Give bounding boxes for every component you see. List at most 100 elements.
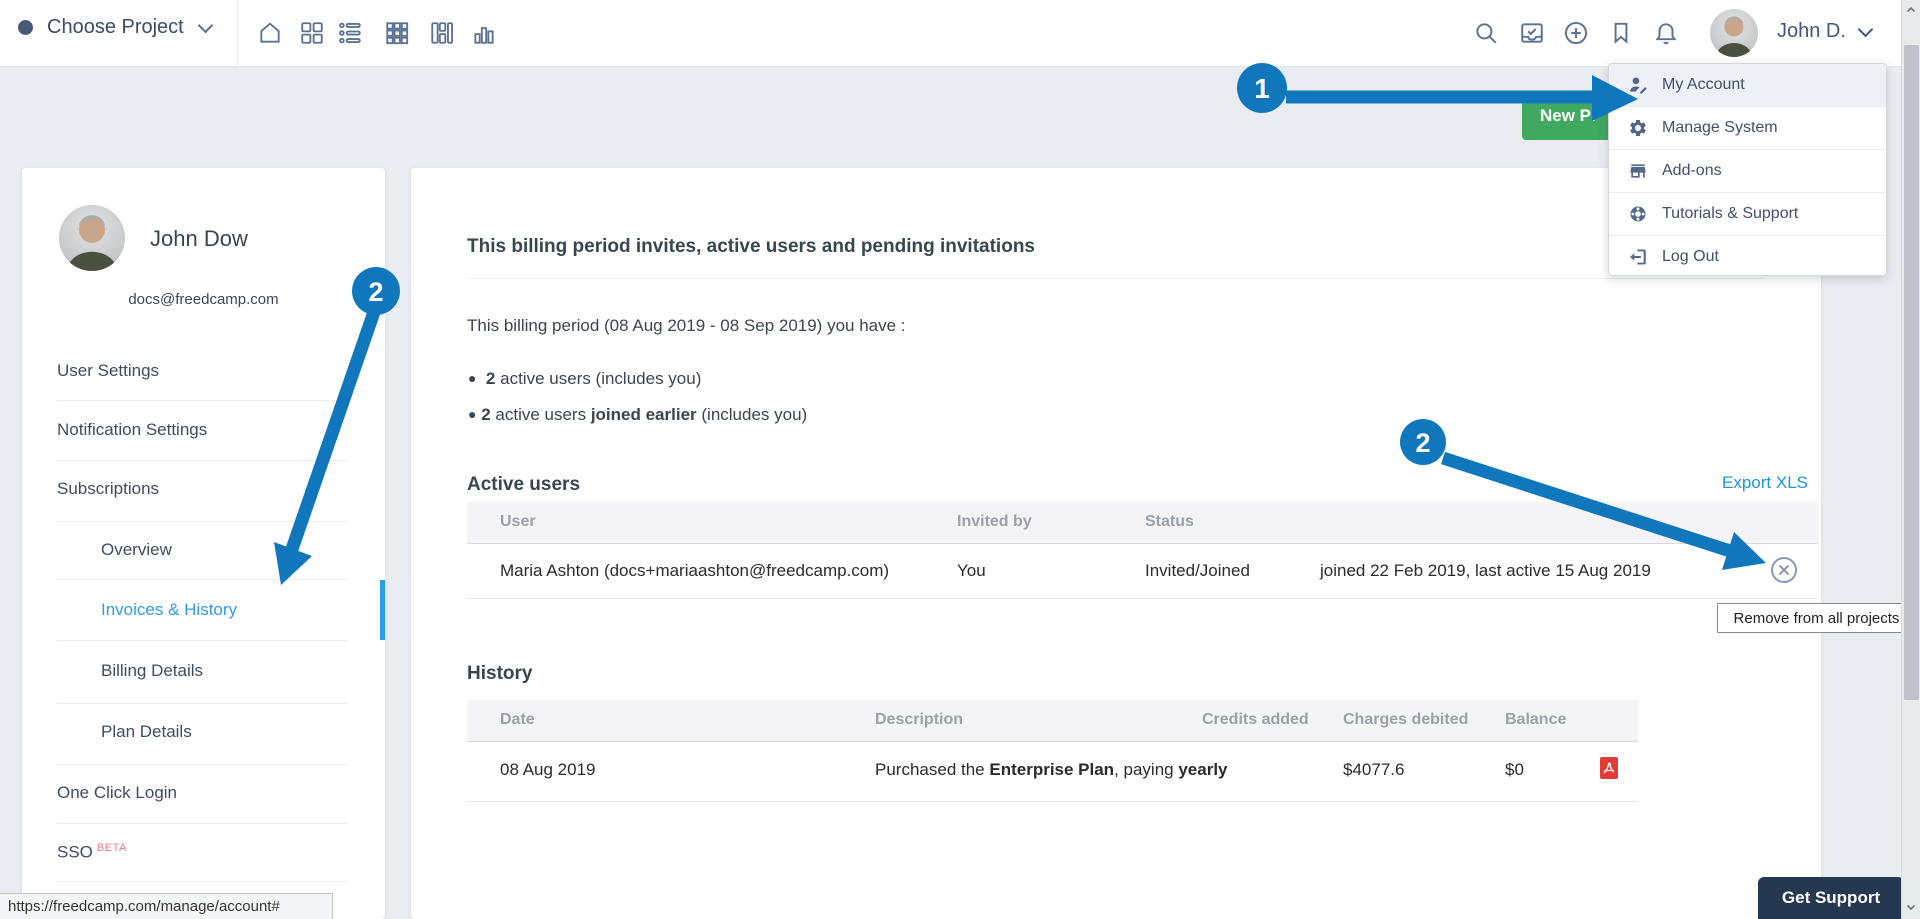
- page-scrollbar[interactable]: [1901, 0, 1920, 919]
- project-selector-label: Choose Project: [47, 16, 184, 39]
- active-item-indicator: [380, 580, 385, 640]
- column-header-invited-by: Invited by: [957, 513, 1032, 531]
- sidebar-item-invoices-history[interactable]: Invoices & History: [101, 600, 237, 620]
- sidebar-user-email: docs@freedcamp.com: [22, 291, 385, 308]
- menu-item-tutorials-support[interactable]: Tutorials & Support: [1609, 192, 1886, 235]
- inbox-check-icon[interactable]: [1519, 20, 1545, 46]
- log-out-icon: [1628, 247, 1648, 267]
- column-header-description: Description: [875, 711, 963, 729]
- column-header-status: Status: [1145, 513, 1194, 531]
- sidebar-item-sso[interactable]: SSOBETA: [57, 842, 127, 863]
- invoice-pdf-icon[interactable]: [1600, 757, 1618, 779]
- menu-item-my-account[interactable]: My Account: [1609, 64, 1886, 106]
- menu-item-label: Tutorials & Support: [1662, 205, 1798, 223]
- notifications-bell-icon[interactable]: [1653, 20, 1679, 46]
- bullet-text: active users (includes you): [495, 369, 701, 388]
- add-ons-store-icon: [1628, 161, 1648, 181]
- active-users-table-row: Maria Ashton (docs+mariaashton@freedcamp…: [467, 543, 1818, 598]
- new-project-label: New Pr: [1522, 106, 1598, 126]
- bullet-joined-earlier: ● 2 active users joined earlier (include…: [468, 405, 807, 425]
- row-divider: [467, 598, 1818, 599]
- step1-badge: [1237, 63, 1287, 113]
- sidebar-item-subscriptions[interactable]: Subscriptions: [57, 479, 159, 499]
- column-header-user: User: [500, 513, 536, 531]
- menu-item-label: Log Out: [1662, 248, 1719, 266]
- sidebar-user-name: John Dow: [150, 226, 248, 252]
- column-header-charges-debited: Charges debited: [1343, 711, 1468, 729]
- billing-period-intro: This billing period (08 Aug 2019 - 08 Se…: [467, 316, 906, 336]
- cell-activity: joined 22 Feb 2019, last active 15 Aug 2…: [1320, 561, 1651, 581]
- cell-user: Maria Ashton (docs+mariaashton@freedcamp…: [500, 561, 889, 581]
- cell-charges-debited: $4077.6: [1343, 760, 1404, 780]
- account-sidebar: John Dow docs@freedcamp.com: [22, 168, 385, 919]
- top-bar: Choose Project John D.: [0, 0, 1901, 67]
- beta-badge: BETA: [97, 842, 127, 854]
- menu-item-add-ons[interactable]: Add-ons: [1609, 149, 1886, 192]
- get-support-button[interactable]: Get Support: [1758, 877, 1904, 919]
- sidebar-divider: [57, 764, 348, 765]
- step1-badge-number: 1: [1254, 73, 1270, 104]
- grid-icon[interactable]: [384, 20, 410, 46]
- chevron-down-icon: [1858, 22, 1874, 38]
- description-billing-cycle: yearly: [1178, 760, 1227, 779]
- cell-status: Invited/Joined: [1145, 561, 1250, 581]
- bullet-text: active users: [491, 405, 591, 424]
- sidebar-item-plan-details[interactable]: Plan Details: [101, 722, 192, 742]
- column-header-credits-added: Credits added: [1202, 711, 1309, 729]
- column-header-date: Date: [500, 711, 535, 729]
- reports-icon[interactable]: [471, 20, 497, 46]
- sidebar-item-billing-details[interactable]: Billing Details: [101, 661, 203, 681]
- home-icon[interactable]: [257, 20, 283, 46]
- bullet-count: 2: [486, 369, 495, 388]
- remove-user-icon[interactable]: [1770, 556, 1798, 584]
- sidebar-divider: [57, 703, 348, 704]
- cell-description: Purchased the Enterprise Plan, paying ye…: [875, 760, 1228, 780]
- sidebar-item-user-settings[interactable]: User Settings: [57, 361, 159, 381]
- browser-status-url: https://freedcamp.com/manage/account#: [0, 893, 333, 919]
- app-window: Choose Project John D.: [0, 0, 1920, 919]
- bullet-active-users: ● 2 active users (includes you): [468, 369, 701, 389]
- avatar-photo: [1710, 9, 1758, 57]
- scroll-up-icon[interactable]: [1906, 5, 1916, 15]
- boards-icon[interactable]: [429, 20, 455, 46]
- project-selector[interactable]: Choose Project: [18, 16, 211, 39]
- user-menu-trigger[interactable]: John D.: [1777, 20, 1871, 43]
- tasks-list-icon[interactable]: [337, 20, 363, 46]
- sidebar-divider: [57, 521, 348, 522]
- description-text: , paying: [1114, 760, 1178, 779]
- search-icon[interactable]: [1473, 20, 1499, 46]
- add-icon[interactable]: [1563, 20, 1589, 46]
- project-dot-icon: [18, 20, 33, 35]
- menu-item-manage-system[interactable]: Manage System: [1609, 106, 1886, 149]
- sidebar-avatar: [59, 205, 125, 271]
- sidebar-item-overview[interactable]: Overview: [101, 540, 172, 560]
- page-title: This billing period invites, active user…: [467, 236, 1035, 258]
- menu-item-label: My Account: [1662, 76, 1745, 94]
- sidebar-divider: [57, 881, 348, 882]
- description-text: Purchased the: [875, 760, 989, 779]
- menu-item-label: Add-ons: [1662, 162, 1722, 180]
- menu-item-log-out[interactable]: Log Out: [1609, 235, 1886, 278]
- topbar-divider: [237, 0, 238, 66]
- description-plan-name: Enterprise Plan: [989, 760, 1114, 779]
- cell-date: 08 Aug 2019: [500, 760, 595, 780]
- active-users-table-header: User Invited by Status: [467, 502, 1818, 544]
- sidebar-divider: [57, 400, 348, 401]
- cell-balance: $0: [1505, 760, 1524, 780]
- my-account-icon: [1628, 75, 1648, 95]
- cell-invited-by: You: [957, 561, 986, 581]
- column-header-balance: Balance: [1505, 711, 1566, 729]
- chevron-down-icon: [197, 18, 213, 34]
- menu-item-label: Manage System: [1662, 119, 1778, 137]
- scroll-down-icon[interactable]: [1906, 902, 1916, 912]
- scrollbar-thumb[interactable]: [1904, 45, 1919, 700]
- sidebar-item-notification-settings[interactable]: Notification Settings: [57, 420, 207, 440]
- avatar-photo: [59, 205, 125, 271]
- user-avatar[interactable]: [1710, 9, 1758, 57]
- user-dropdown-menu: My Account Manage System Add-ons Tutoria…: [1608, 63, 1887, 276]
- dashboard-icon[interactable]: [299, 20, 325, 46]
- bookmark-icon[interactable]: [1608, 20, 1634, 46]
- sidebar-item-one-click-login[interactable]: One Click Login: [57, 783, 177, 803]
- remove-tooltip: Remove from all projects: [1717, 603, 1916, 633]
- export-xls-link[interactable]: Export XLS: [1722, 473, 1808, 493]
